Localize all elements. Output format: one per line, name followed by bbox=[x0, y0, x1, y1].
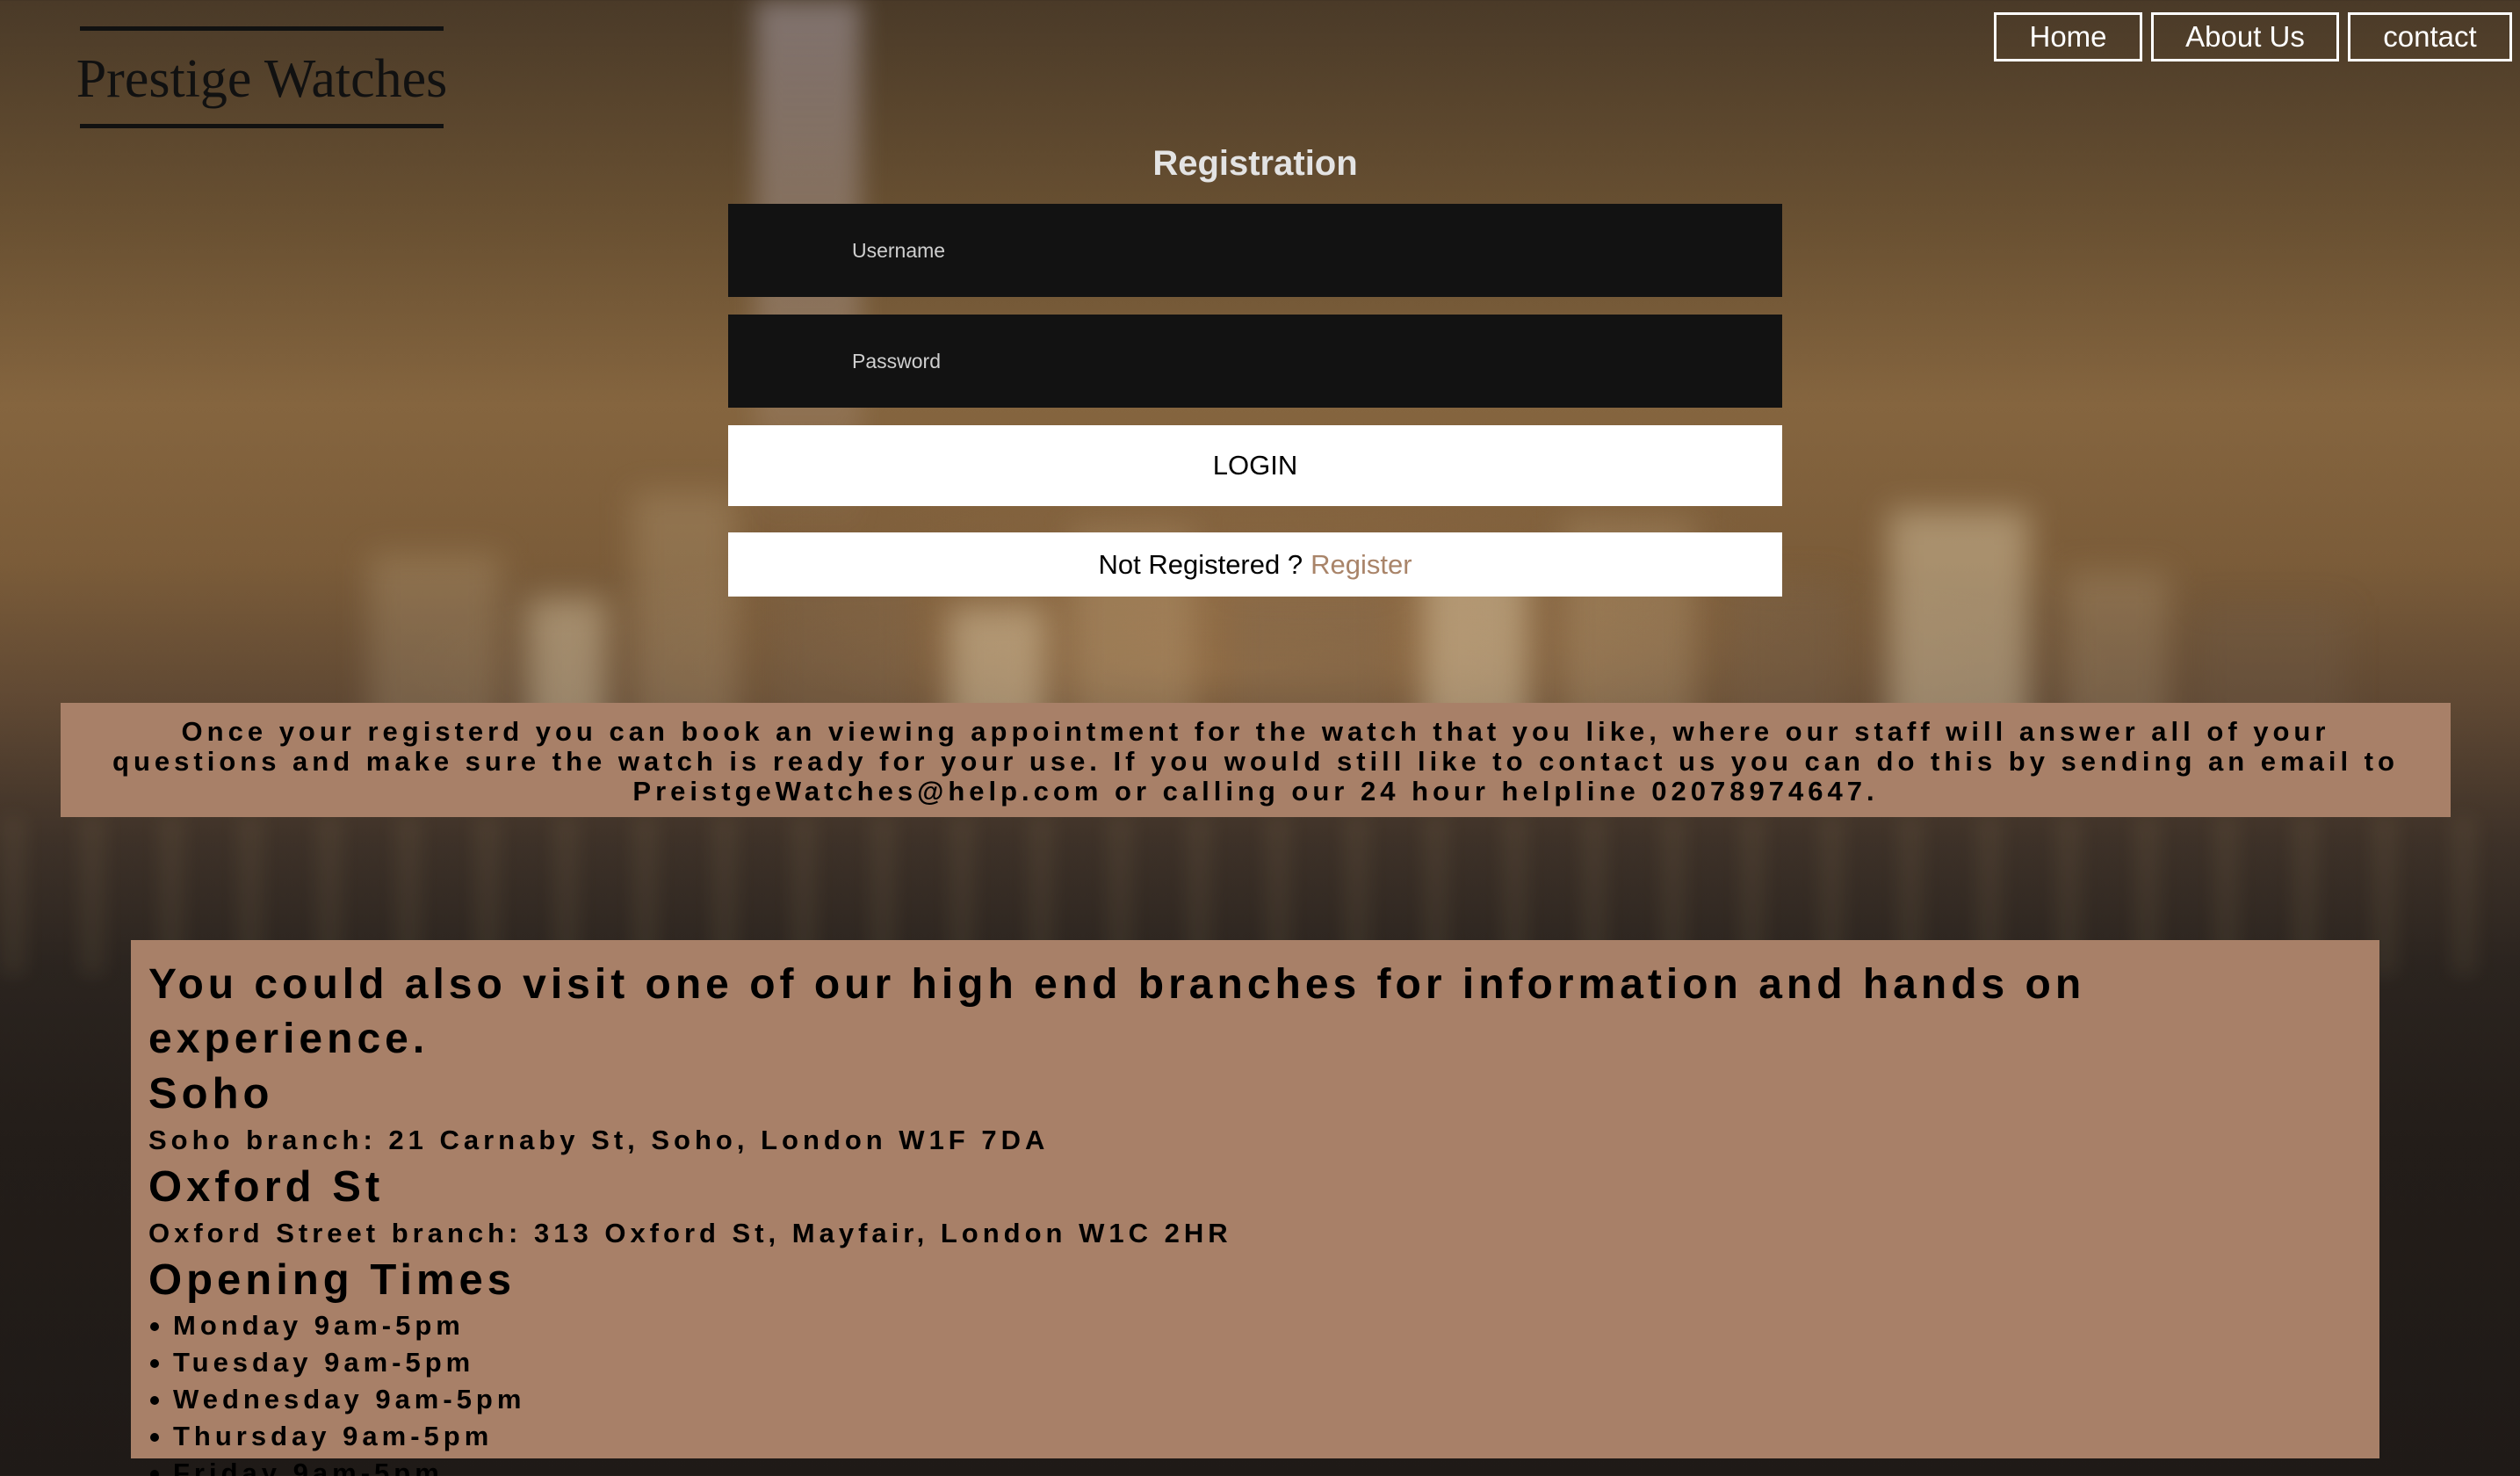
logo-bottom-rule bbox=[80, 124, 444, 128]
site-logo[interactable]: Prestige Watches bbox=[60, 26, 464, 128]
logo-text: Prestige Watches bbox=[76, 49, 448, 109]
info-text: Once your registerd you can book an view… bbox=[112, 716, 2399, 807]
opening-time-item: Thursday 9am-5pm bbox=[148, 1418, 2362, 1455]
password-field-container bbox=[728, 315, 1782, 408]
opening-time-item: Tuesday 9am-5pm bbox=[148, 1344, 2362, 1381]
nav-about-button[interactable]: About Us bbox=[2151, 12, 2339, 62]
form-title: Registration bbox=[1152, 144, 1358, 183]
info-banner: Once your registerd you can book an view… bbox=[61, 703, 2451, 817]
top-nav: Home About Us contact bbox=[1994, 12, 2512, 62]
not-registered-text: Not Registered ? bbox=[1098, 548, 1303, 580]
opening-time-item: Wednesday 9am-5pm bbox=[148, 1381, 2362, 1418]
registration-form: Registration LOGIN Not Registered ? Regi… bbox=[728, 141, 1782, 597]
opening-time-item: Monday 9am-5pm bbox=[148, 1307, 2362, 1344]
login-button[interactable]: LOGIN bbox=[728, 425, 1782, 506]
password-input[interactable] bbox=[728, 315, 1782, 408]
opening-times-title: Opening Times bbox=[148, 1256, 516, 1304]
oxford-title: Oxford St bbox=[148, 1163, 385, 1211]
opening-time-item: Friday 9am-5pm bbox=[148, 1455, 2362, 1476]
username-field-container bbox=[728, 204, 1782, 297]
branches-panel: You could also visit one of our high end… bbox=[131, 940, 2379, 1476]
soho-address: Soho branch: 21 Carnaby St, Soho, London… bbox=[148, 1125, 1050, 1155]
username-input[interactable] bbox=[728, 204, 1782, 297]
register-row: Not Registered ? Register bbox=[728, 532, 1782, 597]
oxford-address: Oxford Street branch: 313 Oxford St, May… bbox=[148, 1218, 1232, 1248]
register-link[interactable]: Register bbox=[1311, 549, 1412, 581]
nav-contact-button[interactable]: contact bbox=[2348, 12, 2512, 62]
soho-title: Soho bbox=[148, 1070, 274, 1118]
nav-home-button[interactable]: Home bbox=[1994, 12, 2142, 62]
branches-heading: You could also visit one of our high end… bbox=[148, 961, 2086, 1062]
opening-times-list: Monday 9am-5pm Tuesday 9am-5pm Wednesday… bbox=[148, 1307, 2362, 1476]
